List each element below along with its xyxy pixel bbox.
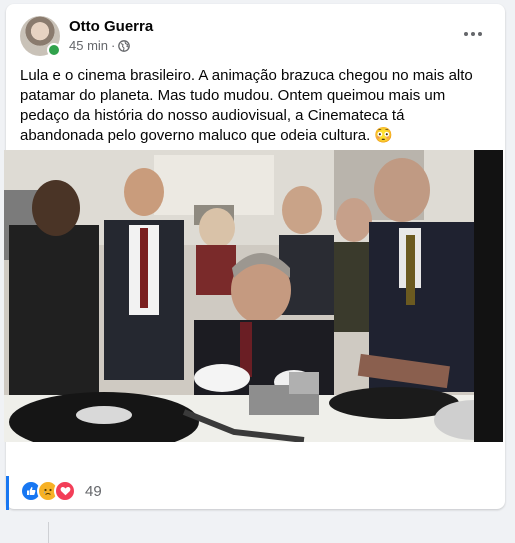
footer-divider [48, 522, 49, 543]
meta-separator: · [111, 38, 116, 53]
more-options-icon[interactable] [459, 24, 487, 44]
post-time[interactable]: 45 min [69, 38, 108, 53]
post-text: Lula e o cinema brasileiro. A animação b… [20, 67, 473, 144]
online-status-icon [47, 43, 61, 57]
love-icon [54, 480, 76, 502]
post-meta: 45 min · [69, 38, 131, 53]
reaction-count[interactable]: 49 [85, 483, 102, 500]
reactions-summary[interactable]: 49 [20, 480, 102, 502]
post-photo[interactable] [4, 150, 503, 442]
author-name[interactable]: Otto Guerra [69, 18, 153, 35]
globe-icon[interactable] [118, 39, 131, 52]
author-avatar[interactable] [20, 16, 61, 57]
focus-indicator [6, 476, 9, 510]
